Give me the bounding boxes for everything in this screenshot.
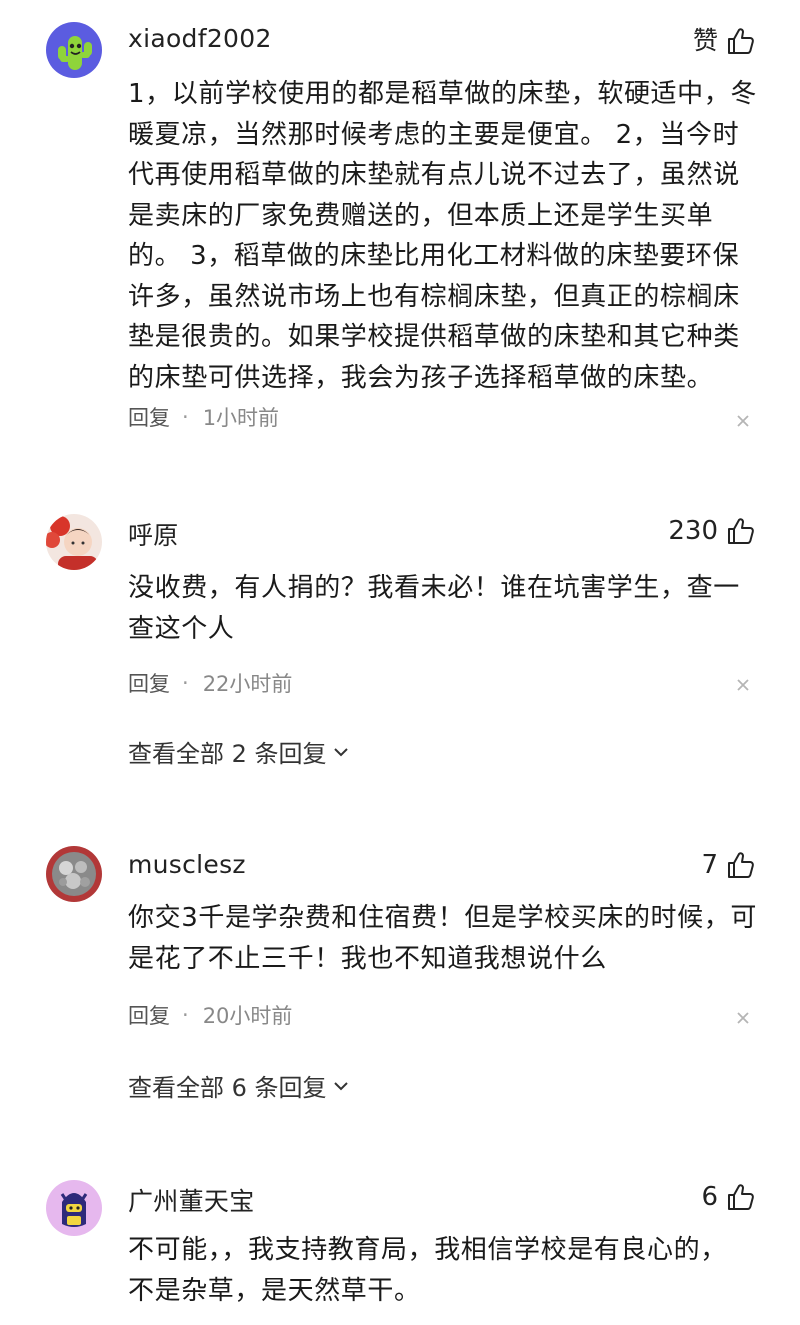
username[interactable]: 呼原 — [128, 516, 179, 552]
comment-line: 不是杂草，是天然草干。 — [128, 1275, 421, 1306]
thumbs-up-icon — [728, 518, 754, 544]
avatar[interactable] — [46, 22, 102, 78]
comment-line: 1，以前学校使用的都是稻草做的床垫，软硬适中，冬 — [128, 79, 757, 109]
reply-button[interactable]: 回复 — [128, 1000, 170, 1030]
like-button[interactable]: 230 — [668, 514, 756, 548]
thumbs-up-icon — [728, 852, 754, 878]
comment-line: 暖夏凉，当然那时候考虑的主要是便宜。 2，当今时 — [128, 119, 740, 150]
thumbs-up-icon — [728, 1184, 754, 1210]
like-label: 赞 — [692, 26, 718, 55]
comment-line: 查这个人 — [128, 613, 235, 644]
timestamp: 1小时前 — [202, 406, 280, 430]
comment-meta: 回复 · 1小时前 — [128, 402, 279, 432]
comment-line: 的。 3，稻草做的床垫比用化工材料做的床垫要环保 — [128, 241, 740, 271]
separator-dot: · — [182, 405, 189, 429]
comment-line: 垫是很贵的。如果学校提供稻草做的床垫和其它种类 — [128, 322, 740, 352]
photo-avatar-icon — [46, 846, 102, 902]
comment-line: 代再使用稻草做的床垫就有点儿说不过去了，虽然说 — [128, 160, 740, 190]
comment-text: 1，以前学校使用的都是稻草做的床垫，软硬适中，冬 暖夏凉，当然那时候考虑的主要是… — [128, 74, 760, 398]
username[interactable]: musclesz — [128, 850, 246, 879]
separator-dot: · — [182, 671, 189, 695]
chevron-down-icon — [333, 1081, 348, 1090]
close-icon[interactable] — [734, 1009, 752, 1027]
chevron-down-icon — [333, 747, 348, 756]
like-count: 6 — [701, 1182, 718, 1212]
character-avatar-icon — [46, 1180, 102, 1236]
view-all-label: 查看全部 6 条回复 — [128, 1074, 327, 1102]
like-count: 7 — [701, 850, 718, 880]
comment-text: 你交3千是学杂费和住宿费！但是学校买床的时候，可 是花了不止三千！我也不知道我想… — [128, 898, 760, 979]
view-all-replies-button[interactable]: 查看全部 2 条回复 — [128, 734, 349, 769]
close-icon[interactable] — [734, 676, 752, 694]
portrait-avatar-icon — [46, 514, 102, 570]
comment-text: 没收费，有人捐的？我看未必！谁在坑害学生，查一 查这个人 — [128, 568, 760, 649]
like-count: 230 — [668, 516, 718, 546]
reply-button[interactable]: 回复 — [128, 668, 170, 698]
comment-line: 是花了不止三千！我也不知道我想说什么 — [128, 943, 607, 974]
avatar[interactable] — [46, 514, 102, 570]
like-button[interactable]: 6 — [701, 1180, 756, 1214]
timestamp: 22小时前 — [202, 672, 293, 696]
view-all-replies-button[interactable]: 查看全部 6 条回复 — [128, 1068, 349, 1103]
like-button[interactable]: 7 — [701, 848, 756, 882]
view-all-label: 查看全部 2 条回复 — [128, 740, 327, 768]
separator-dot: · — [182, 1003, 189, 1027]
comment-meta: 回复 · 20小时前 — [128, 1000, 292, 1030]
comment-line: 没收费，有人捐的？我看未必！谁在坑害学生，查一 — [128, 573, 740, 603]
close-icon[interactable] — [734, 412, 752, 430]
username[interactable]: xiaodf2002 — [128, 24, 272, 53]
comment-meta: 回复 · 22小时前 — [128, 668, 292, 698]
comment-line: 是卖床的厂家免费赠送的，但本质上还是学生买单 — [128, 200, 714, 231]
cactus-avatar-icon — [46, 22, 102, 78]
comment-text: 不可能，，我支持教育局，我相信学校是有良心的， 不是杂草，是天然草干。 — [128, 1230, 760, 1311]
timestamp: 20小时前 — [202, 1004, 293, 1028]
avatar[interactable] — [46, 1180, 102, 1236]
like-button[interactable]: 赞 — [693, 24, 756, 58]
comment-line: 不可能，，我支持教育局，我相信学校是有良心的， — [128, 1235, 727, 1265]
comment-line: 的床垫可供选择，我会为孩子选择稻草做的床垫。 — [128, 362, 714, 393]
username[interactable]: 广州董天宝 — [128, 1182, 255, 1218]
comment-line: 你交3千是学杂费和住宿费！但是学校买床的时候，可 — [128, 903, 757, 933]
comment-line: 许多，虽然说市场上也有棕榈床垫，但真正的棕榈床 — [128, 281, 740, 312]
reply-button[interactable]: 回复 — [128, 402, 170, 432]
thumbs-up-icon — [728, 28, 754, 54]
avatar[interactable] — [46, 846, 102, 902]
